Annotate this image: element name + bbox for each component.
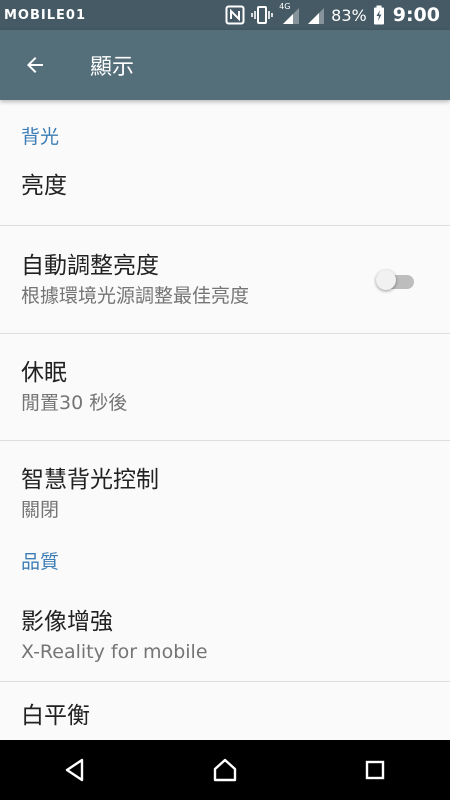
toggle-thumb <box>376 269 396 290</box>
section-header-quality: 品質 <box>21 551 60 573</box>
section-header-backlight: 背光 <box>21 125 60 148</box>
setting-image-enhance-summary: X-Reality for mobile <box>21 641 208 663</box>
setting-white-balance[interactable]: 白平衡 <box>0 682 450 740</box>
signal-icon-2 <box>308 8 325 24</box>
display-settings-screen: MOBILE01 4G 83% 9:00 顯示 背光 亮度 自動調整亮度 根據環… <box>0 0 450 800</box>
setting-brightness[interactable]: 亮度 <box>0 170 450 225</box>
setting-white-balance-title: 白平衡 <box>21 703 90 729</box>
back-triangle-icon <box>65 758 84 782</box>
setting-sleep[interactable]: 休眠 閒置30 秒後 <box>0 334 450 440</box>
setting-sleep-title: 休眠 <box>21 360 67 386</box>
nav-back-button[interactable] <box>35 740 115 800</box>
battery-percent: 83% <box>331 5 367 25</box>
setting-image-enhance-title: 影像增強 <box>21 609 113 635</box>
home-icon <box>213 758 237 782</box>
status-bar: MOBILE01 4G 83% 9:00 <box>0 0 450 30</box>
vibrate-icon <box>251 6 273 24</box>
arrow-back-icon <box>27 57 43 73</box>
network-indicator: 4G <box>279 2 301 25</box>
clock: 9:00 <box>392 4 440 26</box>
auto-brightness-toggle[interactable] <box>376 268 416 292</box>
setting-image-enhance[interactable]: 影像增強 X-Reality for mobile <box>0 591 450 681</box>
signal-icon <box>283 8 300 24</box>
app-bar: 顯示 <box>0 30 450 100</box>
nfc-icon <box>225 5 245 25</box>
watermark-logo: MOBILE01 <box>4 8 86 23</box>
page-title: 顯示 <box>90 55 135 80</box>
setting-smart-backlight-summary: 關閉 <box>21 499 60 521</box>
setting-sleep-summary: 閒置30 秒後 <box>21 392 128 414</box>
settings-list: 背光 亮度 自動調整亮度 根據環境光源調整最佳亮度 休眠 閒置30 秒後 智慧背… <box>0 100 450 740</box>
battery-icon <box>373 5 384 25</box>
nav-recents-button[interactable] <box>335 740 415 800</box>
setting-smart-backlight-title: 智慧背光控制 <box>21 467 159 493</box>
recents-icon <box>365 760 385 780</box>
setting-brightness-title: 亮度 <box>21 173 67 199</box>
setting-auto-brightness[interactable]: 自動調整亮度 根據環境光源調整最佳亮度 <box>0 226 450 333</box>
nav-home-button[interactable] <box>185 740 265 800</box>
back-button[interactable] <box>0 30 70 100</box>
watermark-text: MOBILE01 <box>4 7 86 23</box>
navigation-bar <box>0 740 450 800</box>
status-icons: 4G 83% 9:00 <box>225 0 440 30</box>
setting-smart-backlight[interactable]: 智慧背光控制 關閉 <box>0 441 450 547</box>
